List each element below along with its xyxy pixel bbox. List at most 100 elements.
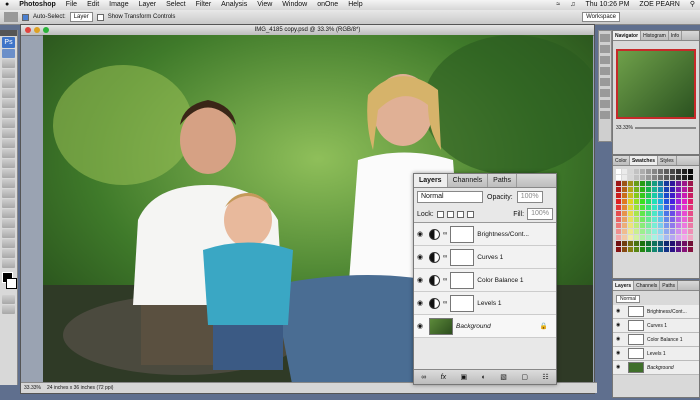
quick-mask-button[interactable]: [2, 295, 15, 304]
visibility-eye-icon[interactable]: ◉: [417, 231, 426, 238]
clone-stamp-tool[interactable]: [2, 129, 15, 138]
menu-edit[interactable]: Edit: [82, 0, 104, 10]
color-swatch[interactable]: [622, 211, 627, 216]
brush-tool[interactable]: [2, 119, 15, 128]
zoom-readout[interactable]: 33.33%: [24, 383, 41, 393]
color-swatch[interactable]: [676, 187, 681, 192]
visibility-eye-icon[interactable]: ◉: [616, 308, 625, 315]
menu-file[interactable]: File: [61, 0, 82, 10]
color-swatch[interactable]: [622, 199, 627, 204]
color-swatch[interactable]: [646, 187, 651, 192]
color-swatch[interactable]: [670, 169, 675, 174]
menu-analysis[interactable]: Analysis: [216, 0, 252, 10]
color-swatch[interactable]: [628, 169, 633, 174]
color-swatch[interactable]: [622, 247, 627, 252]
lock-position-icon[interactable]: [456, 210, 464, 218]
color-swatch[interactable]: [658, 235, 663, 240]
color-swatch[interactable]: [664, 175, 669, 180]
color-swatch[interactable]: [658, 247, 663, 252]
3d-rotate-tool[interactable]: [2, 229, 15, 238]
color-swatch[interactable]: [616, 175, 621, 180]
color-swatch[interactable]: [676, 193, 681, 198]
color-swatch[interactable]: [646, 175, 651, 180]
minimize-window-icon[interactable]: [34, 27, 40, 33]
color-swatch[interactable]: [688, 241, 693, 246]
color-swatch[interactable]: [688, 193, 693, 198]
color-swatch[interactable]: [634, 181, 639, 186]
color-swatch[interactable]: [646, 211, 651, 216]
spotlight-icon[interactable]: ⚲: [685, 0, 700, 10]
layer-style-icon[interactable]: fx: [441, 374, 446, 381]
color-swatch[interactable]: [640, 217, 645, 222]
color-swatch[interactable]: [682, 175, 687, 180]
tab-channels-mini[interactable]: Channels: [634, 281, 661, 290]
menu-filter[interactable]: Filter: [191, 0, 217, 10]
color-swatch[interactable]: [646, 217, 651, 222]
color-swatch[interactable]: [640, 229, 645, 234]
color-swatch[interactable]: [658, 229, 663, 234]
lock-transparent-icon[interactable]: [436, 210, 444, 218]
character-panel-icon[interactable]: [600, 100, 610, 108]
color-swatch[interactable]: [688, 181, 693, 186]
color-swatch[interactable]: [634, 175, 639, 180]
color-swatch[interactable]: [688, 175, 693, 180]
tab-info[interactable]: Info: [669, 31, 683, 40]
color-swatch[interactable]: [676, 169, 681, 174]
tab-channels[interactable]: Channels: [448, 174, 489, 187]
background-thumbnail[interactable]: [429, 317, 453, 335]
color-swatch[interactable]: [670, 181, 675, 186]
shape-tool[interactable]: [2, 219, 15, 228]
hand-tool[interactable]: [2, 249, 15, 258]
mini-blend-mode-dropdown[interactable]: Normal: [616, 295, 641, 303]
tool-presets-panel-icon[interactable]: [600, 78, 610, 86]
color-swatch[interactable]: [646, 229, 651, 234]
menu-view[interactable]: View: [252, 0, 277, 10]
color-swatches[interactable]: [0, 272, 17, 294]
color-swatch[interactable]: [640, 193, 645, 198]
color-swatch[interactable]: [676, 181, 681, 186]
mini-layer-row[interactable]: ◉ Brightness/Cont...: [613, 305, 699, 319]
color-swatch[interactable]: [676, 199, 681, 204]
app-menu[interactable]: Photoshop: [14, 0, 61, 10]
color-swatch[interactable]: [682, 229, 687, 234]
color-swatch[interactable]: [682, 199, 687, 204]
color-swatch[interactable]: [616, 241, 621, 246]
color-swatch[interactable]: [622, 229, 627, 234]
layer-row[interactable]: ◉ ∞ Curves 1: [414, 246, 556, 269]
move-tool[interactable]: [2, 49, 15, 58]
tab-layers[interactable]: Layers: [414, 174, 448, 187]
color-swatch[interactable]: [652, 181, 657, 186]
fill-field[interactable]: 100%: [527, 208, 553, 220]
color-swatch[interactable]: [682, 241, 687, 246]
color-swatch[interactable]: [664, 211, 669, 216]
lasso-tool[interactable]: [2, 69, 15, 78]
color-swatch[interactable]: [640, 241, 645, 246]
paragraph-panel-icon[interactable]: [600, 111, 610, 119]
color-swatch[interactable]: [670, 217, 675, 222]
color-swatch[interactable]: [634, 211, 639, 216]
color-swatch[interactable]: [682, 211, 687, 216]
color-swatch[interactable]: [664, 223, 669, 228]
color-swatch[interactable]: [634, 223, 639, 228]
color-swatch[interactable]: [640, 181, 645, 186]
color-swatch[interactable]: [676, 175, 681, 180]
navigator-panel-icon[interactable]: [600, 34, 610, 42]
color-swatch[interactable]: [664, 229, 669, 234]
color-swatch[interactable]: [628, 193, 633, 198]
menu-help[interactable]: Help: [343, 0, 367, 10]
color-swatch[interactable]: [664, 187, 669, 192]
wifi-icon[interactable]: ≈: [551, 0, 565, 10]
layer-mask-thumbnail[interactable]: [450, 294, 475, 312]
color-swatch[interactable]: [652, 217, 657, 222]
color-swatch[interactable]: [634, 235, 639, 240]
color-swatch[interactable]: [652, 223, 657, 228]
mini-layer-row[interactable]: ◉ Background: [613, 361, 699, 375]
color-swatch[interactable]: [622, 235, 627, 240]
color-swatch[interactable]: [634, 193, 639, 198]
lock-all-icon[interactable]: [466, 210, 474, 218]
mini-layer-row[interactable]: ◉ Levels 1: [613, 347, 699, 361]
tab-layers-mini[interactable]: Layers: [613, 281, 635, 290]
color-swatch[interactable]: [670, 223, 675, 228]
visibility-eye-icon[interactable]: ◉: [616, 350, 625, 357]
apple-menu-icon[interactable]: ●: [0, 0, 14, 10]
